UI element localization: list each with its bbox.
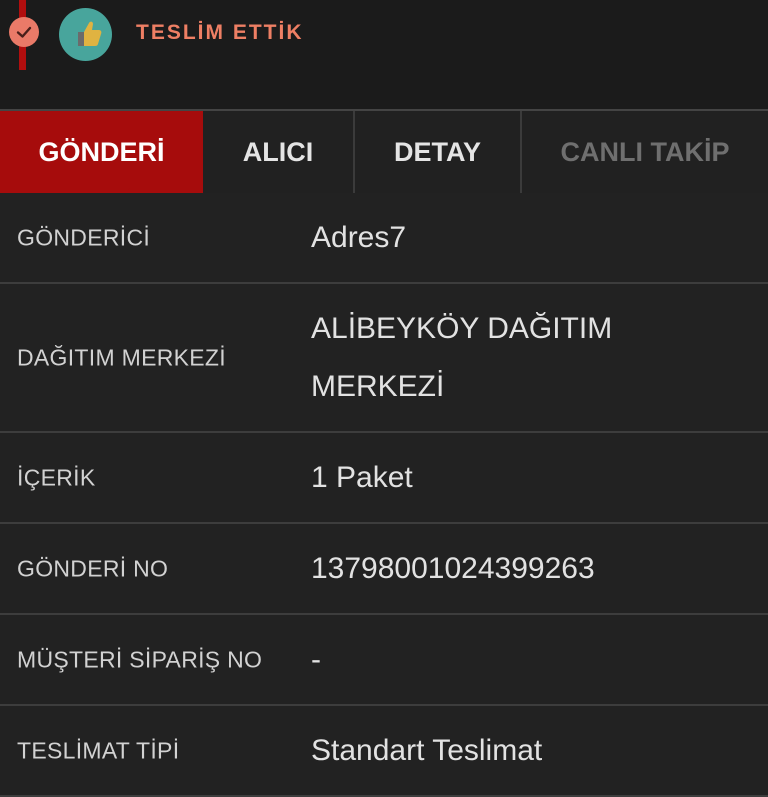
detail-row-sender: GÖNDERİCİ Adres7 [0, 193, 768, 284]
detail-value: 1 Paket [311, 460, 413, 494]
detail-value: - [311, 642, 321, 676]
detail-label: İÇERİK [17, 464, 96, 490]
thumbs-up-icon [59, 8, 112, 61]
detail-value: ALİBEYKÖY DAĞITIM MERKEZİ [311, 311, 613, 403]
detail-row-content: İÇERİK 1 Paket [0, 433, 768, 524]
tab-alici[interactable]: ALICI [203, 111, 355, 193]
detail-row-delivery-type: TESLİMAT TİPİ Standart Teslimat [0, 706, 768, 797]
shipment-details: GÖNDERİCİ Adres7 DAĞITIM MERKEZİ ALİBEYK… [0, 193, 768, 797]
detail-row-order-no: MÜŞTERİ SİPARİŞ NO - [0, 615, 768, 706]
detail-value: Adres7 [311, 220, 407, 254]
tab-bar: GÖNDERİ ALICI DETAY CANLI TAKİP [0, 111, 768, 193]
delivery-status-text: TESLİM ETTİK [136, 21, 304, 44]
tab-gonderi[interactable]: GÖNDERİ [0, 111, 203, 193]
detail-label: MÜŞTERİ SİPARİŞ NO [17, 646, 263, 672]
detail-value: Standart Teslimat [311, 733, 543, 767]
tab-detay[interactable]: DETAY [355, 111, 522, 193]
detail-row-distribution-center: DAĞITIM MERKEZİ ALİBEYKÖY DAĞITIM MERKEZ… [0, 284, 768, 433]
detail-label: GÖNDERİ NO [17, 555, 169, 581]
tab-canli-takip[interactable]: CANLI TAKİP [522, 111, 768, 193]
detail-label: DAĞITIM MERKEZİ [17, 344, 226, 370]
detail-label: GÖNDERİCİ [17, 224, 151, 250]
detail-value: 13798001024399263 [311, 551, 595, 585]
detail-row-shipment-no: GÖNDERİ NO 13798001024399263 [0, 524, 768, 615]
status-header: TESLİM ETTİK [0, 0, 768, 109]
detail-label: TESLİMAT TİPİ [17, 737, 180, 763]
check-icon [9, 17, 39, 47]
